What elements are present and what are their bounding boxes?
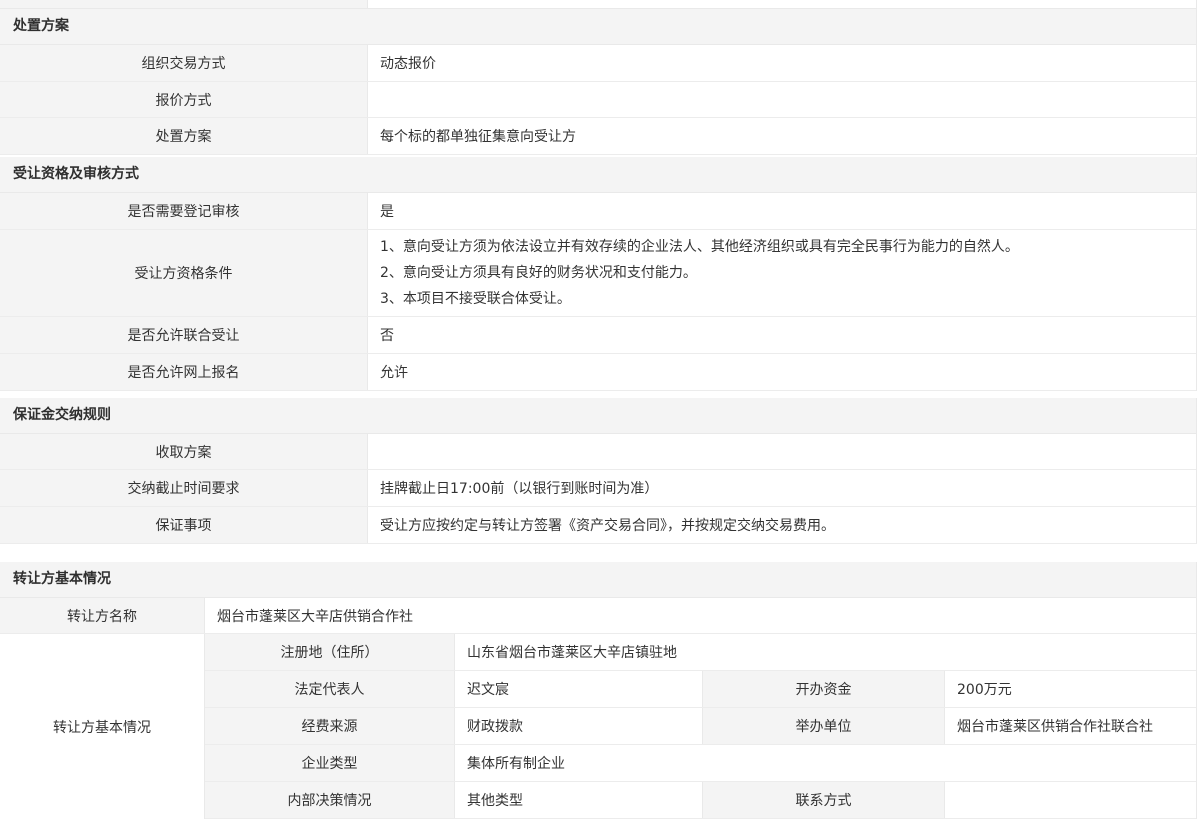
asset-listing-detail-page: 处置方案 组织交易方式 动态报价 报价方式 处置方案 每个标的都单独征集意向受让… [0,0,1204,819]
field-label: 注册地（住所） [205,634,455,670]
qualification-line: 3、本项目不接受联合体受让。 [380,286,1184,312]
field-label: 受让方资格条件 [0,230,368,316]
field-value: 否 [368,317,1196,353]
field-value [368,434,1196,469]
transferor-detail-grid: 注册地（住所） 山东省烟台市蓬莱区大辛店镇驻地 法定代表人 迟文宸 开办资金 2… [205,634,1196,819]
field-label: 经费来源 [205,708,455,744]
field-value: 迟文宸 [455,671,702,707]
field-value: 受让方应按约定与转让方签署《资产交易合同》，并按规定交纳交易费用。 [368,507,1196,543]
section-title: 受让资格及审核方式 [0,157,1196,193]
field-label: 交纳截止时间要求 [0,470,368,506]
field-label: 保证事项 [0,507,368,543]
field-label: 内部决策情况 [205,782,455,818]
field-label: 收取方案 [0,434,368,469]
field-value [368,82,1196,117]
qualification-line: 2、意向受让方须具有良好的财务状况和支付能力。 [380,260,1184,286]
field-label: 组织交易方式 [0,45,368,81]
field-value: 山东省烟台市蓬莱区大辛店镇驻地 [455,634,1196,670]
section-deposit-rules: 保证金交纳规则 收取方案 交纳截止时间要求 挂牌截止日17:00前（以银行到账时… [0,398,1197,544]
field-value: 烟台市蓬莱区大辛店供销合作社 [205,598,1196,633]
field-value: 集体所有制企业 [455,745,1196,781]
table-row: 是否允许联合受让 否 [0,317,1196,354]
field-value: 是 [368,193,1196,229]
field-value: 允许 [368,354,1196,390]
table-row: 转让方名称 烟台市蓬莱区大辛店供销合作社 [0,598,1196,634]
qualification-line: 1、意向受让方须为依法设立并有效存续的企业法人、其他经济组织或具有完全民事行为能… [380,234,1184,260]
field-label: 企业类型 [205,745,455,781]
group-label-cell: 转让方基本情况 [0,634,205,819]
section-transferee-qualification: 受让资格及审核方式 是否需要登记审核 是 受让方资格条件 1、意向受让方须为依法… [0,157,1197,391]
table-row: 内部决策情况 其他类型 联系方式 [205,782,1196,819]
partial-value-cell [368,0,1196,8]
table-row: 交纳截止时间要求 挂牌截止日17:00前（以银行到账时间为准） [0,470,1196,507]
field-value: 挂牌截止日17:00前（以银行到账时间为准） [368,470,1196,506]
field-label: 开办资金 [702,671,945,707]
field-value: 其他类型 [455,782,702,818]
table-row: 处置方案 每个标的都单独征集意向受让方 [0,118,1196,155]
field-value: 烟台市蓬莱区供销合作社联合社 [945,708,1196,744]
table-row: 注册地（住所） 山东省烟台市蓬莱区大辛店镇驻地 [205,634,1196,671]
field-value: 动态报价 [368,45,1196,81]
section-title: 处置方案 [0,9,1196,45]
table-row: 受让方资格条件 1、意向受让方须为依法设立并有效存续的企业法人、其他经济组织或具… [0,230,1196,317]
section-disposal-plan: 处置方案 组织交易方式 动态报价 报价方式 处置方案 每个标的都单独征集意向受让… [0,9,1197,155]
previous-table-partial [0,0,1197,9]
field-label: 举办单位 [702,708,945,744]
field-label: 法定代表人 [205,671,455,707]
field-label: 是否允许联合受让 [0,317,368,353]
field-value: 每个标的都单独征集意向受让方 [368,118,1196,154]
section-title: 转让方基本情况 [0,562,1196,598]
field-value: 1、意向受让方须为依法设立并有效存续的企业法人、其他经济组织或具有完全民事行为能… [368,230,1196,316]
table-row: 保证事项 受让方应按约定与转让方签署《资产交易合同》，并按规定交纳交易费用。 [0,507,1196,544]
field-label: 是否需要登记审核 [0,193,368,229]
field-label: 是否允许网上报名 [0,354,368,390]
table-row: 报价方式 [0,82,1196,118]
partial-label-cell [0,0,368,8]
field-value: 200万元 [945,671,1196,707]
table-row: 收取方案 [0,434,1196,470]
table-row: 企业类型 集体所有制企业 [205,745,1196,782]
field-label: 联系方式 [702,782,945,818]
field-value: 财政拨款 [455,708,702,744]
table-row: 经费来源 财政拨款 举办单位 烟台市蓬莱区供销合作社联合社 [205,708,1196,745]
field-label: 转让方名称 [0,598,205,633]
field-value [945,782,1196,818]
transferor-detail-body: 转让方基本情况 注册地（住所） 山东省烟台市蓬莱区大辛店镇驻地 法定代表人 迟文… [0,634,1196,819]
field-label: 报价方式 [0,82,368,117]
table-row: 法定代表人 迟文宸 开办资金 200万元 [205,671,1196,708]
table-row: 是否需要登记审核 是 [0,193,1196,230]
table-row: 组织交易方式 动态报价 [0,45,1196,82]
partial-row [0,0,1196,9]
field-label: 处置方案 [0,118,368,154]
section-transferor-info: 转让方基本情况 转让方名称 烟台市蓬莱区大辛店供销合作社 转让方基本情况 注册地… [0,562,1197,819]
table-row: 是否允许网上报名 允许 [0,354,1196,391]
section-title: 保证金交纳规则 [0,398,1196,434]
